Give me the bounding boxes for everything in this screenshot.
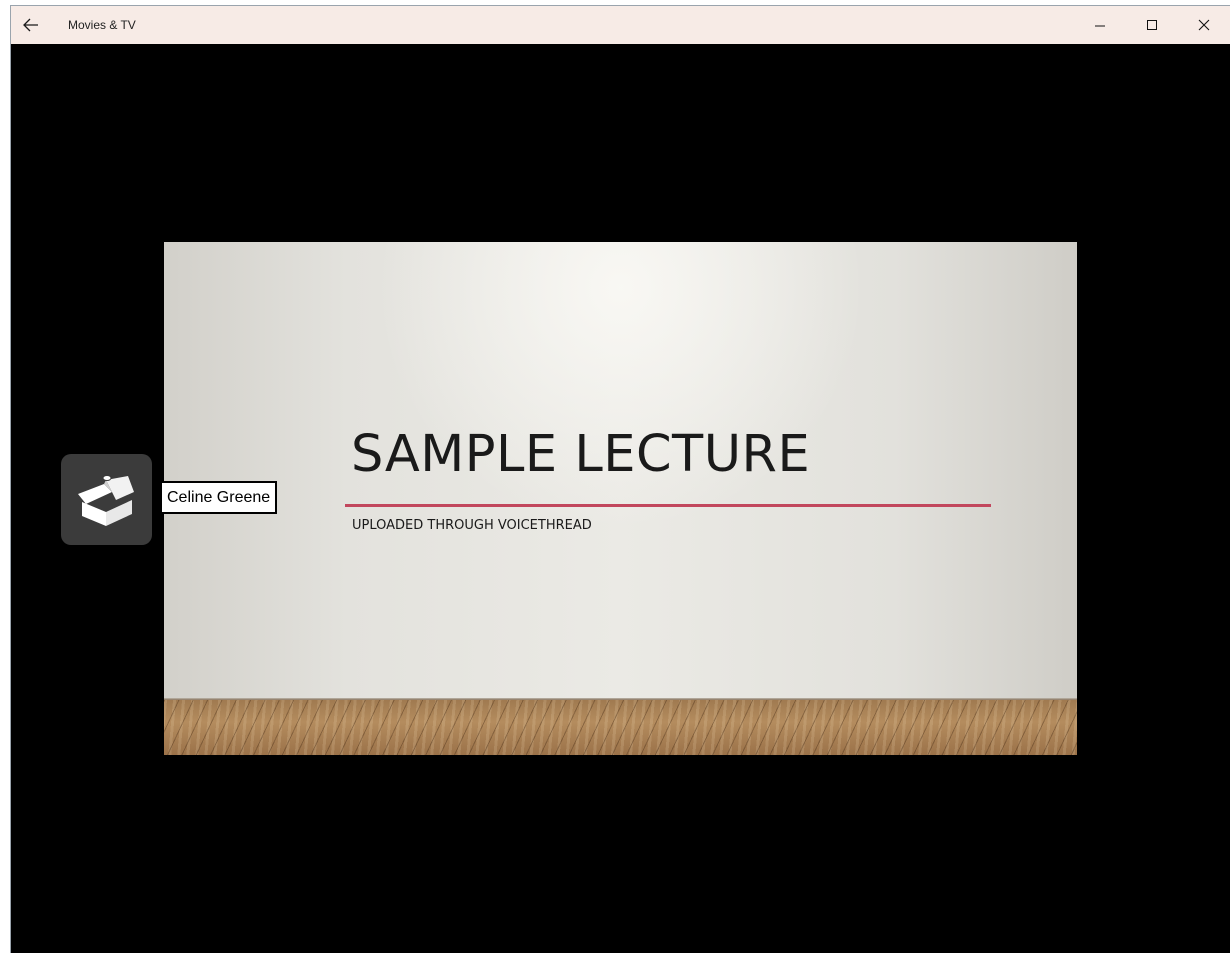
commenter-avatar[interactable] <box>61 454 152 545</box>
video-frame[interactable]: SAMPLE LECTURE UPLOADED THROUGH VOICETHR… <box>164 242 1077 755</box>
back-arrow-icon <box>23 18 38 32</box>
app-title: Movies & TV <box>68 18 136 32</box>
movies-tv-window: Movies & TV SAMPLE LECTURE UPLOADED THRO… <box>10 5 1230 953</box>
minimize-button[interactable] <box>1074 6 1126 44</box>
maximize-icon <box>1147 20 1157 30</box>
wood-floor <box>164 700 1077 755</box>
slide-divider <box>345 504 991 507</box>
slide-title: SAMPLE LECTURE <box>351 425 811 484</box>
close-button[interactable] <box>1178 6 1230 44</box>
close-icon <box>1198 19 1210 31</box>
back-button[interactable] <box>11 6 51 44</box>
commenter-name-label: Celine Greene <box>160 481 278 514</box>
caption-buttons <box>1074 6 1230 44</box>
video-player-area[interactable]: SAMPLE LECTURE UPLOADED THROUGH VOICETHR… <box>11 44 1230 953</box>
title-bar: Movies & TV <box>11 6 1230 44</box>
slide-subtitle: UPLOADED THROUGH VOICETHREAD <box>352 518 592 533</box>
voicethread-box-icon <box>77 474 134 526</box>
maximize-button[interactable] <box>1126 6 1178 44</box>
minimize-icon <box>1095 25 1105 27</box>
